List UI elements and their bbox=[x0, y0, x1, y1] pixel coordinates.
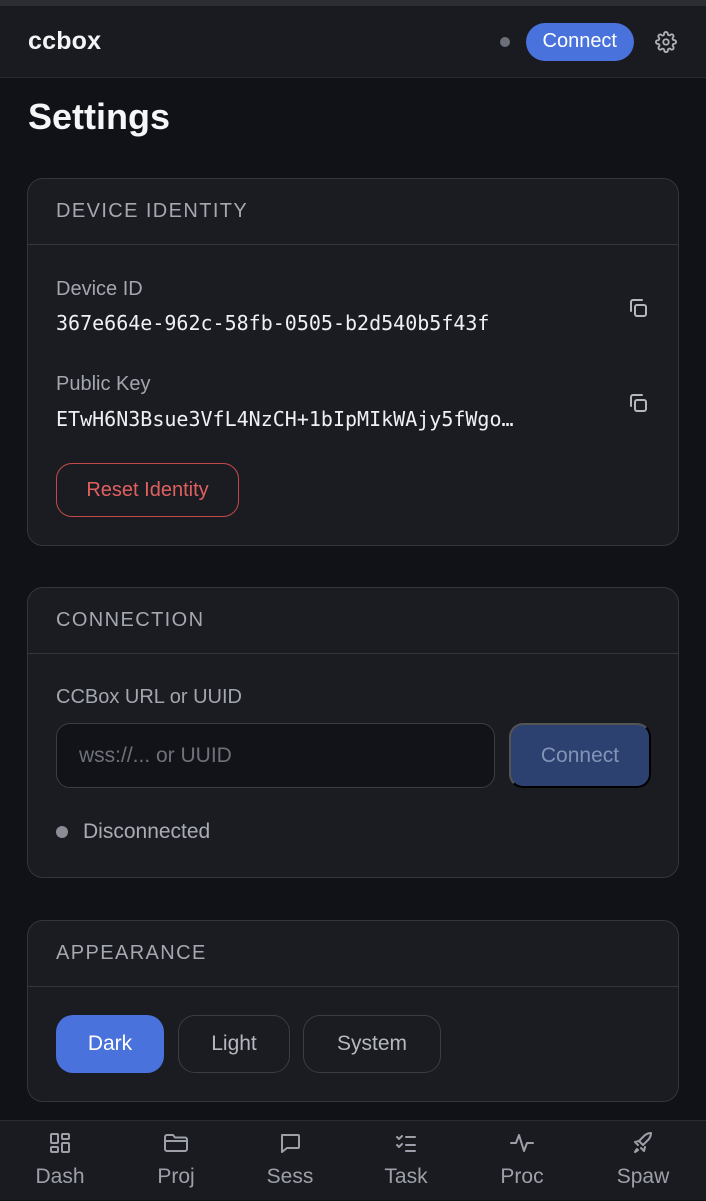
device-identity-header: DEVICE IDENTITY bbox=[28, 179, 678, 245]
connection-status: Disconnected bbox=[56, 820, 210, 844]
device-identity-card: DEVICE IDENTITY Device ID 367e664e-962c-… bbox=[27, 178, 679, 546]
ccbox-url-input[interactable]: wss://... or UUID bbox=[56, 723, 495, 788]
public-key-value: ETwH6N3Bsue3VfL4NzCH+1bIpMIkWAjy5fWgo… bbox=[56, 407, 514, 431]
bottom-navigation: Dash Proj Sess Task Proc Spaw bbox=[0, 1120, 706, 1200]
nav-label-proj: Proj bbox=[157, 1165, 195, 1188]
nav-label-sess: Sess bbox=[266, 1165, 314, 1188]
ccbox-url-label: CCBox URL or UUID bbox=[56, 686, 242, 708]
page-title: Settings bbox=[28, 96, 171, 137]
theme-option-light[interactable]: Light bbox=[178, 1015, 290, 1073]
connection-card: CONNECTION CCBox URL or UUID wss://... o… bbox=[27, 587, 679, 878]
nav-item-spaw[interactable]: Spaw bbox=[584, 1121, 702, 1201]
header-connect-button[interactable]: Connect bbox=[525, 22, 634, 61]
nav-label-proc: Proc bbox=[500, 1165, 544, 1188]
nav-item-task[interactable]: Task bbox=[347, 1121, 465, 1201]
connection-header: CONNECTION bbox=[28, 588, 678, 654]
chat-icon bbox=[231, 1131, 349, 1155]
nav-label-spaw: Spaw bbox=[616, 1165, 670, 1188]
status-dot bbox=[56, 826, 68, 838]
rocket-icon bbox=[584, 1131, 702, 1155]
activity-icon bbox=[463, 1131, 581, 1155]
checklist-icon bbox=[347, 1131, 465, 1155]
connection-status-text: Disconnected bbox=[83, 820, 211, 843]
nav-item-proj[interactable]: Proj bbox=[117, 1121, 235, 1201]
folder-icon bbox=[117, 1131, 235, 1155]
copy-device-id-icon[interactable] bbox=[626, 296, 650, 320]
nav-label-dash: Dash bbox=[35, 1165, 85, 1188]
theme-option-system[interactable]: System bbox=[303, 1015, 441, 1073]
theme-option-dark[interactable]: Dark bbox=[56, 1015, 164, 1073]
nav-item-dash[interactable]: Dash bbox=[1, 1121, 119, 1201]
connect-button[interactable]: Connect bbox=[509, 723, 651, 788]
gear-icon[interactable] bbox=[654, 30, 678, 54]
copy-public-key-icon[interactable] bbox=[626, 391, 650, 415]
header-actions: Connect bbox=[499, 22, 679, 61]
public-key-label: Public Key bbox=[56, 373, 151, 395]
app-title: ccbox bbox=[28, 27, 102, 55]
nav-item-sess[interactable]: Sess bbox=[231, 1121, 349, 1201]
reset-identity-button[interactable]: Reset Identity bbox=[56, 463, 239, 517]
nav-label-task: Task bbox=[384, 1165, 428, 1188]
nav-item-proc[interactable]: Proc bbox=[463, 1121, 581, 1201]
app-header: ccbox Connect bbox=[0, 6, 706, 78]
device-id-label: Device ID bbox=[56, 278, 143, 300]
connection-status-dot bbox=[499, 36, 510, 47]
device-id-value: 367e664e-962c-58fb-0505-b2d540b5f43f bbox=[56, 311, 490, 335]
appearance-card: APPEARANCE Dark Light System bbox=[27, 920, 679, 1102]
dashboard-icon bbox=[1, 1131, 119, 1155]
appearance-header: APPEARANCE bbox=[28, 921, 678, 987]
